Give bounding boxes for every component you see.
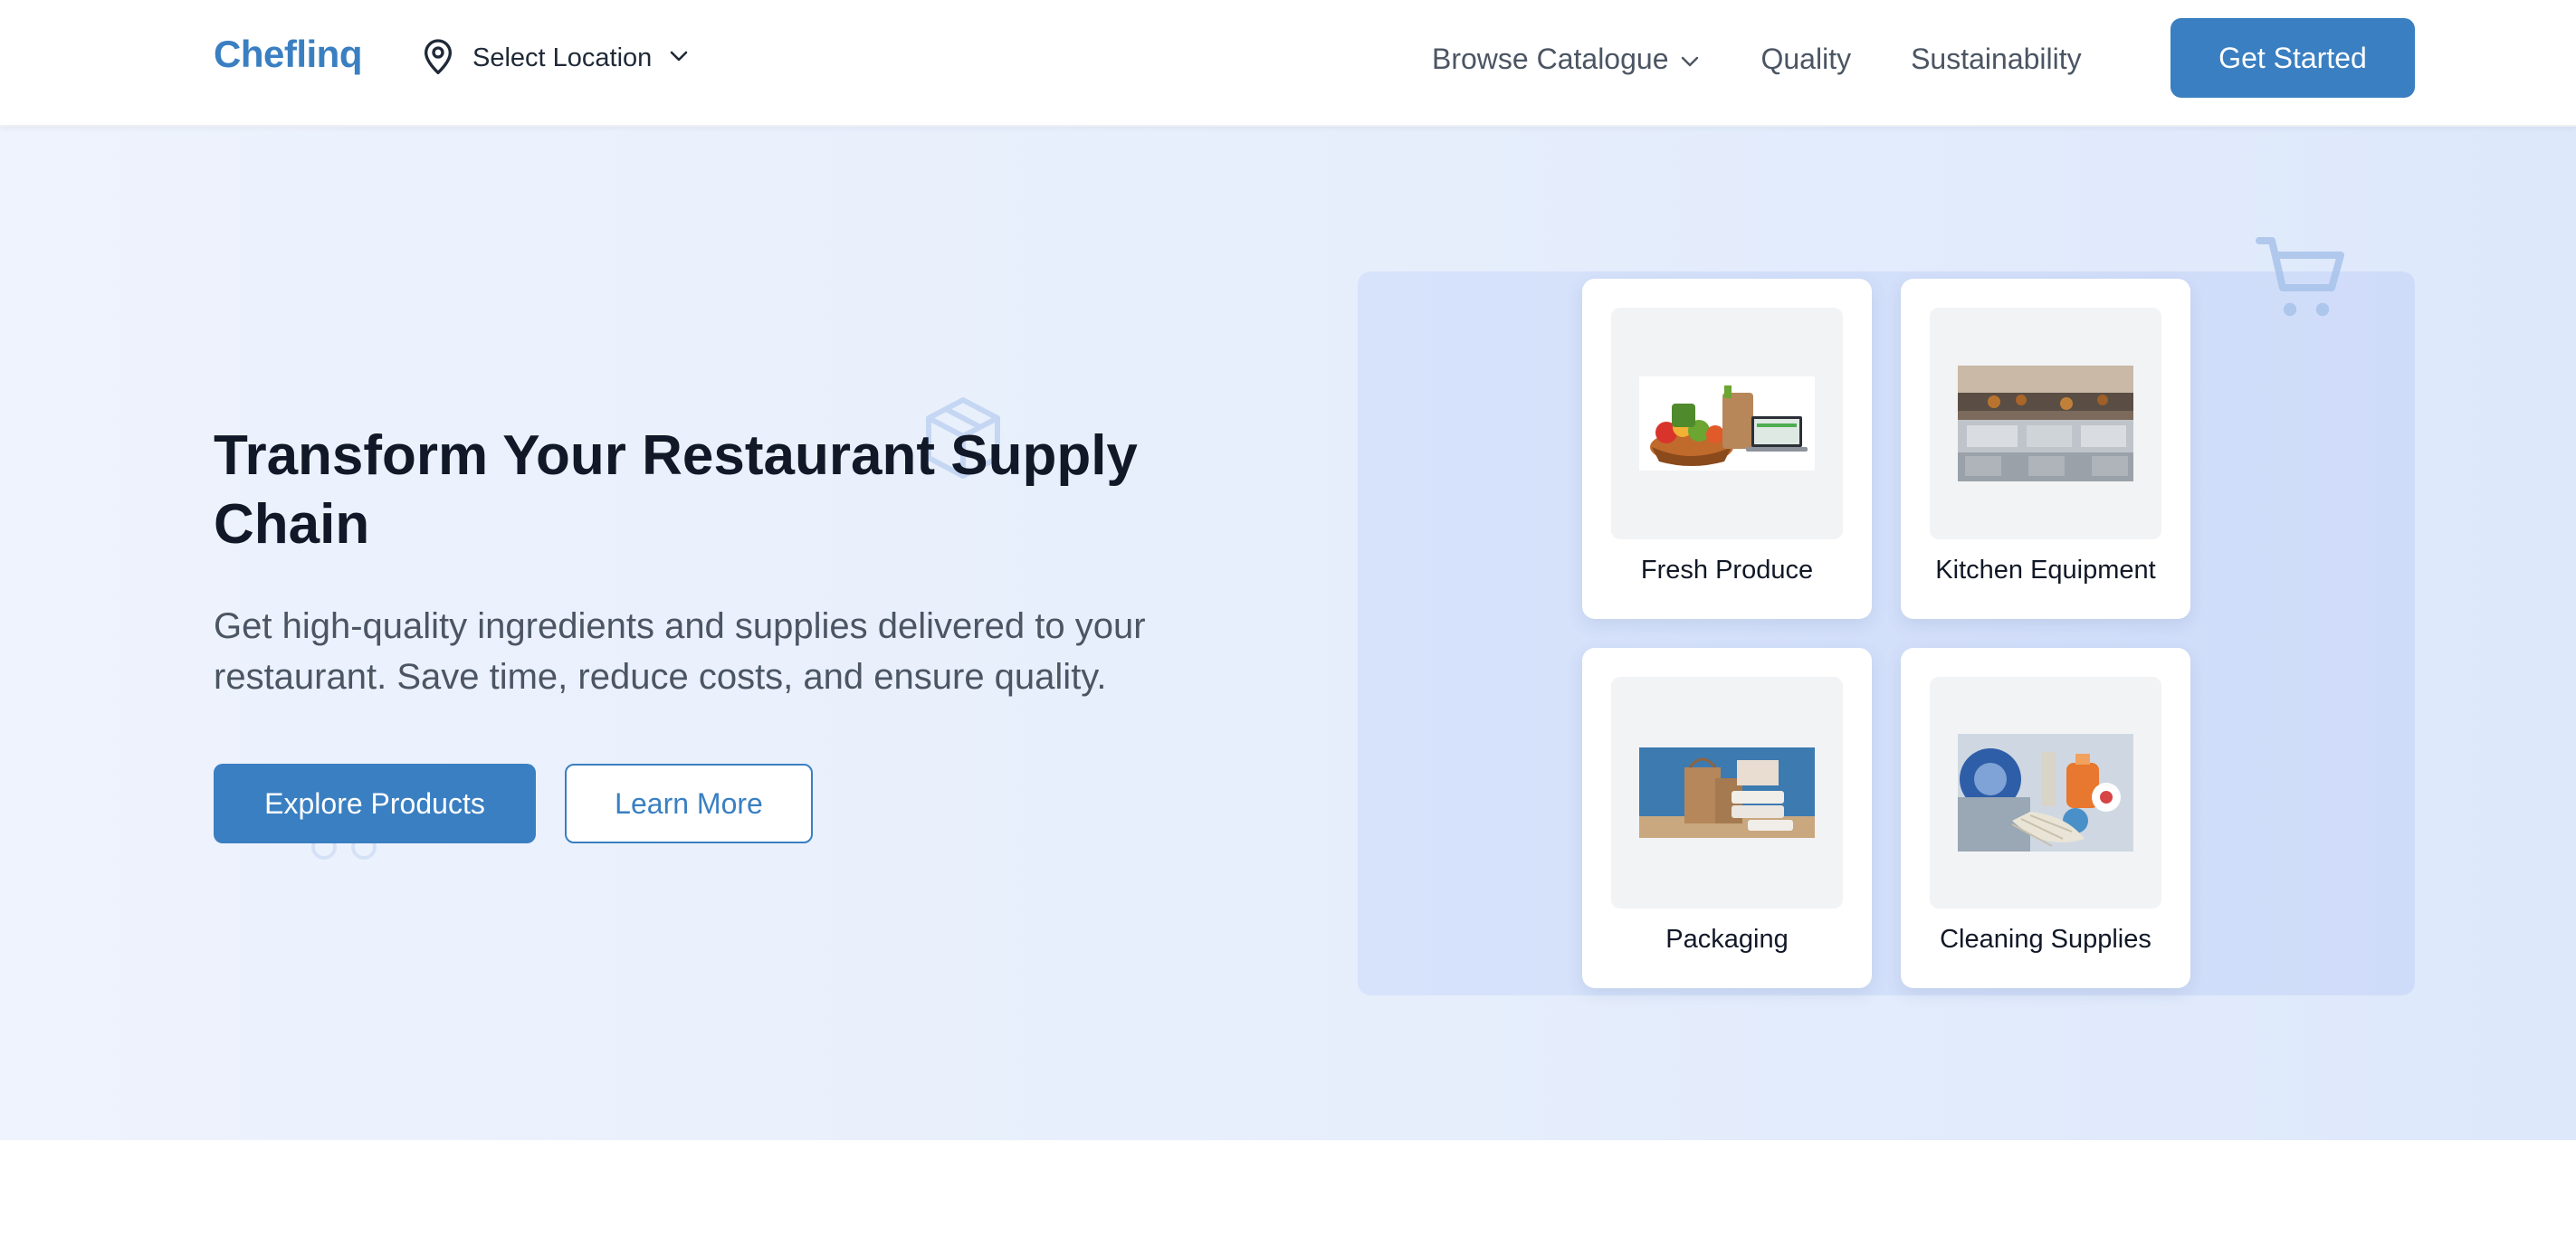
nav-sustainability[interactable]: Sustainability: [1911, 43, 2082, 76]
cart-icon: [2254, 233, 2348, 328]
brand-logo[interactable]: Cheflinq: [214, 33, 362, 76]
category-card-cleaning-supplies[interactable]: Cleaning Supplies: [1901, 648, 2190, 988]
category-label: Kitchen Equipment: [1935, 556, 2156, 585]
nav-browse-catalogue[interactable]: Browse Catalogue: [1432, 43, 1701, 76]
category-panel: [1358, 271, 2415, 995]
category-thumb: [1611, 308, 1843, 539]
map-pin-icon: [420, 36, 456, 81]
hero-subtitle: Get high-quality ingredients and supplie…: [214, 606, 1146, 697]
hero-title: Transform Your Restaurant Supply Chain: [214, 424, 1138, 556]
main-nav: Browse Catalogue Quality Sustainability: [1432, 36, 2082, 81]
category-card-kitchen-equipment[interactable]: Kitchen Equipment: [1901, 279, 2190, 619]
hero-section: Transform Your Restaurant Supply Chain G…: [0, 127, 2576, 1140]
category-label: Fresh Produce: [1640, 556, 1814, 585]
cleaning-supplies-image: [1958, 734, 2133, 852]
category-card-fresh-produce[interactable]: Fresh Produce: [1582, 279, 1872, 619]
commercial-kitchen-image: [1958, 366, 2133, 481]
site-header: Cheflinq Select Location Browse Catalogu…: [0, 0, 2576, 127]
category-label: Cleaning Supplies: [1940, 925, 2151, 954]
takeout-packaging-image: [1639, 747, 1815, 838]
location-label: Select Location: [472, 43, 653, 72]
category-thumb: [1611, 677, 1843, 909]
location-selector[interactable]: Select Location: [420, 34, 690, 81]
learn-more-button[interactable]: Learn More: [565, 764, 813, 843]
nav-quality[interactable]: Quality: [1760, 43, 1851, 76]
explore-products-button[interactable]: Explore Products: [214, 764, 536, 843]
category-label: Packaging: [1665, 925, 1789, 954]
category-thumb: [1930, 677, 2161, 909]
nav-browse-catalogue-label: Browse Catalogue: [1432, 42, 1669, 75]
category-card-packaging[interactable]: Packaging: [1582, 648, 1872, 988]
chevron-down-icon: [668, 49, 690, 68]
get-started-button[interactable]: Get Started: [2171, 18, 2415, 98]
category-thumb: [1930, 308, 2161, 539]
chevron-down-icon: [1679, 43, 1701, 76]
grocery-bag-laptop-image: [1639, 376, 1815, 471]
